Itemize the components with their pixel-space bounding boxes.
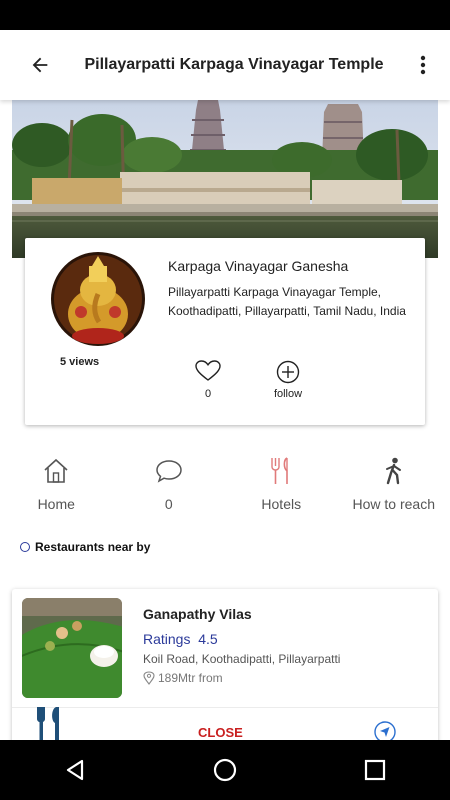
fork-knife-icon — [271, 457, 289, 484]
action-comments-count: 0 — [164, 496, 173, 512]
system-nav-bar — [0, 740, 450, 800]
more-vertical-icon — [420, 55, 426, 75]
action-how-to-reach-label: How to reach — [352, 496, 435, 512]
more-options-button[interactable] — [408, 45, 438, 85]
temple-banner-image — [12, 100, 438, 258]
deity-avatar — [51, 252, 145, 346]
restaurant-distance: 189Mtr from — [143, 671, 223, 685]
action-hotels-label: Hotels — [261, 496, 302, 512]
like-count: 0 — [204, 388, 212, 400]
recents-square-icon[interactable] — [364, 759, 386, 781]
like-button[interactable]: 0 — [195, 360, 221, 400]
back-triangle-icon[interactable] — [64, 759, 86, 781]
restaurant-name: Ganapathy Vilas — [143, 606, 252, 622]
bullet-circle-icon — [20, 542, 30, 552]
follow-label: follow — [273, 388, 303, 400]
follow-button[interactable]: follow — [271, 360, 305, 400]
restaurants-section-title: Restaurants near by — [20, 540, 150, 554]
walking-icon — [385, 457, 401, 485]
action-home-label: Home — [37, 496, 75, 512]
rating-label: Ratings — [143, 631, 191, 647]
arrow-left-icon — [32, 57, 48, 73]
page-title: Pillayarpatti Karpaga Vinayagar Temple — [84, 56, 384, 73]
fork-knife-icon — [37, 707, 59, 741]
distance-text: 189Mtr from — [158, 671, 223, 685]
temple-address: Pillayarpatti Karpaga Vinayagar Temple, … — [168, 285, 406, 318]
comment-icon — [155, 460, 182, 483]
heart-icon — [195, 360, 221, 381]
back-button[interactable] — [20, 45, 60, 85]
restaurant-rating: Ratings 4.5 — [143, 631, 218, 647]
home-circle-icon[interactable] — [213, 758, 237, 782]
home-icon — [44, 458, 68, 483]
restaurant-card[interactable]: Ganapathy Vilas Ratings 4.5 Koil Road, K… — [12, 589, 438, 749]
location-pin-icon — [143, 671, 155, 685]
action-hotels[interactable]: Hotels — [225, 455, 338, 520]
section-title-text: Restaurants near by — [35, 540, 151, 554]
action-how-to-reach[interactable]: How to reach — [338, 455, 450, 520]
restaurant-address: Koil Road, Koothadipatti, Pillayarpatti — [143, 652, 341, 666]
action-home[interactable]: Home — [0, 455, 113, 520]
action-comments[interactable]: 0 — [113, 455, 226, 520]
restaurant-image — [22, 598, 122, 698]
deity-name: Karpaga Vinayagar Ganesha — [168, 258, 349, 274]
close-button[interactable]: CLOSE — [198, 725, 243, 740]
plus-circle-icon — [276, 360, 300, 384]
views-count: 5 views — [60, 356, 100, 368]
action-bar: Home 0 Hotels How to reach — [0, 455, 450, 520]
status-bar — [0, 0, 450, 30]
rating-value: 4.5 — [198, 631, 218, 647]
divider — [12, 707, 438, 708]
app-bar: Pillayarpatti Karpaga Vinayagar Temple — [0, 30, 450, 100]
temple-info-card: 5 views Karpaga Vinayagar Ganesha Pillay… — [25, 238, 425, 425]
